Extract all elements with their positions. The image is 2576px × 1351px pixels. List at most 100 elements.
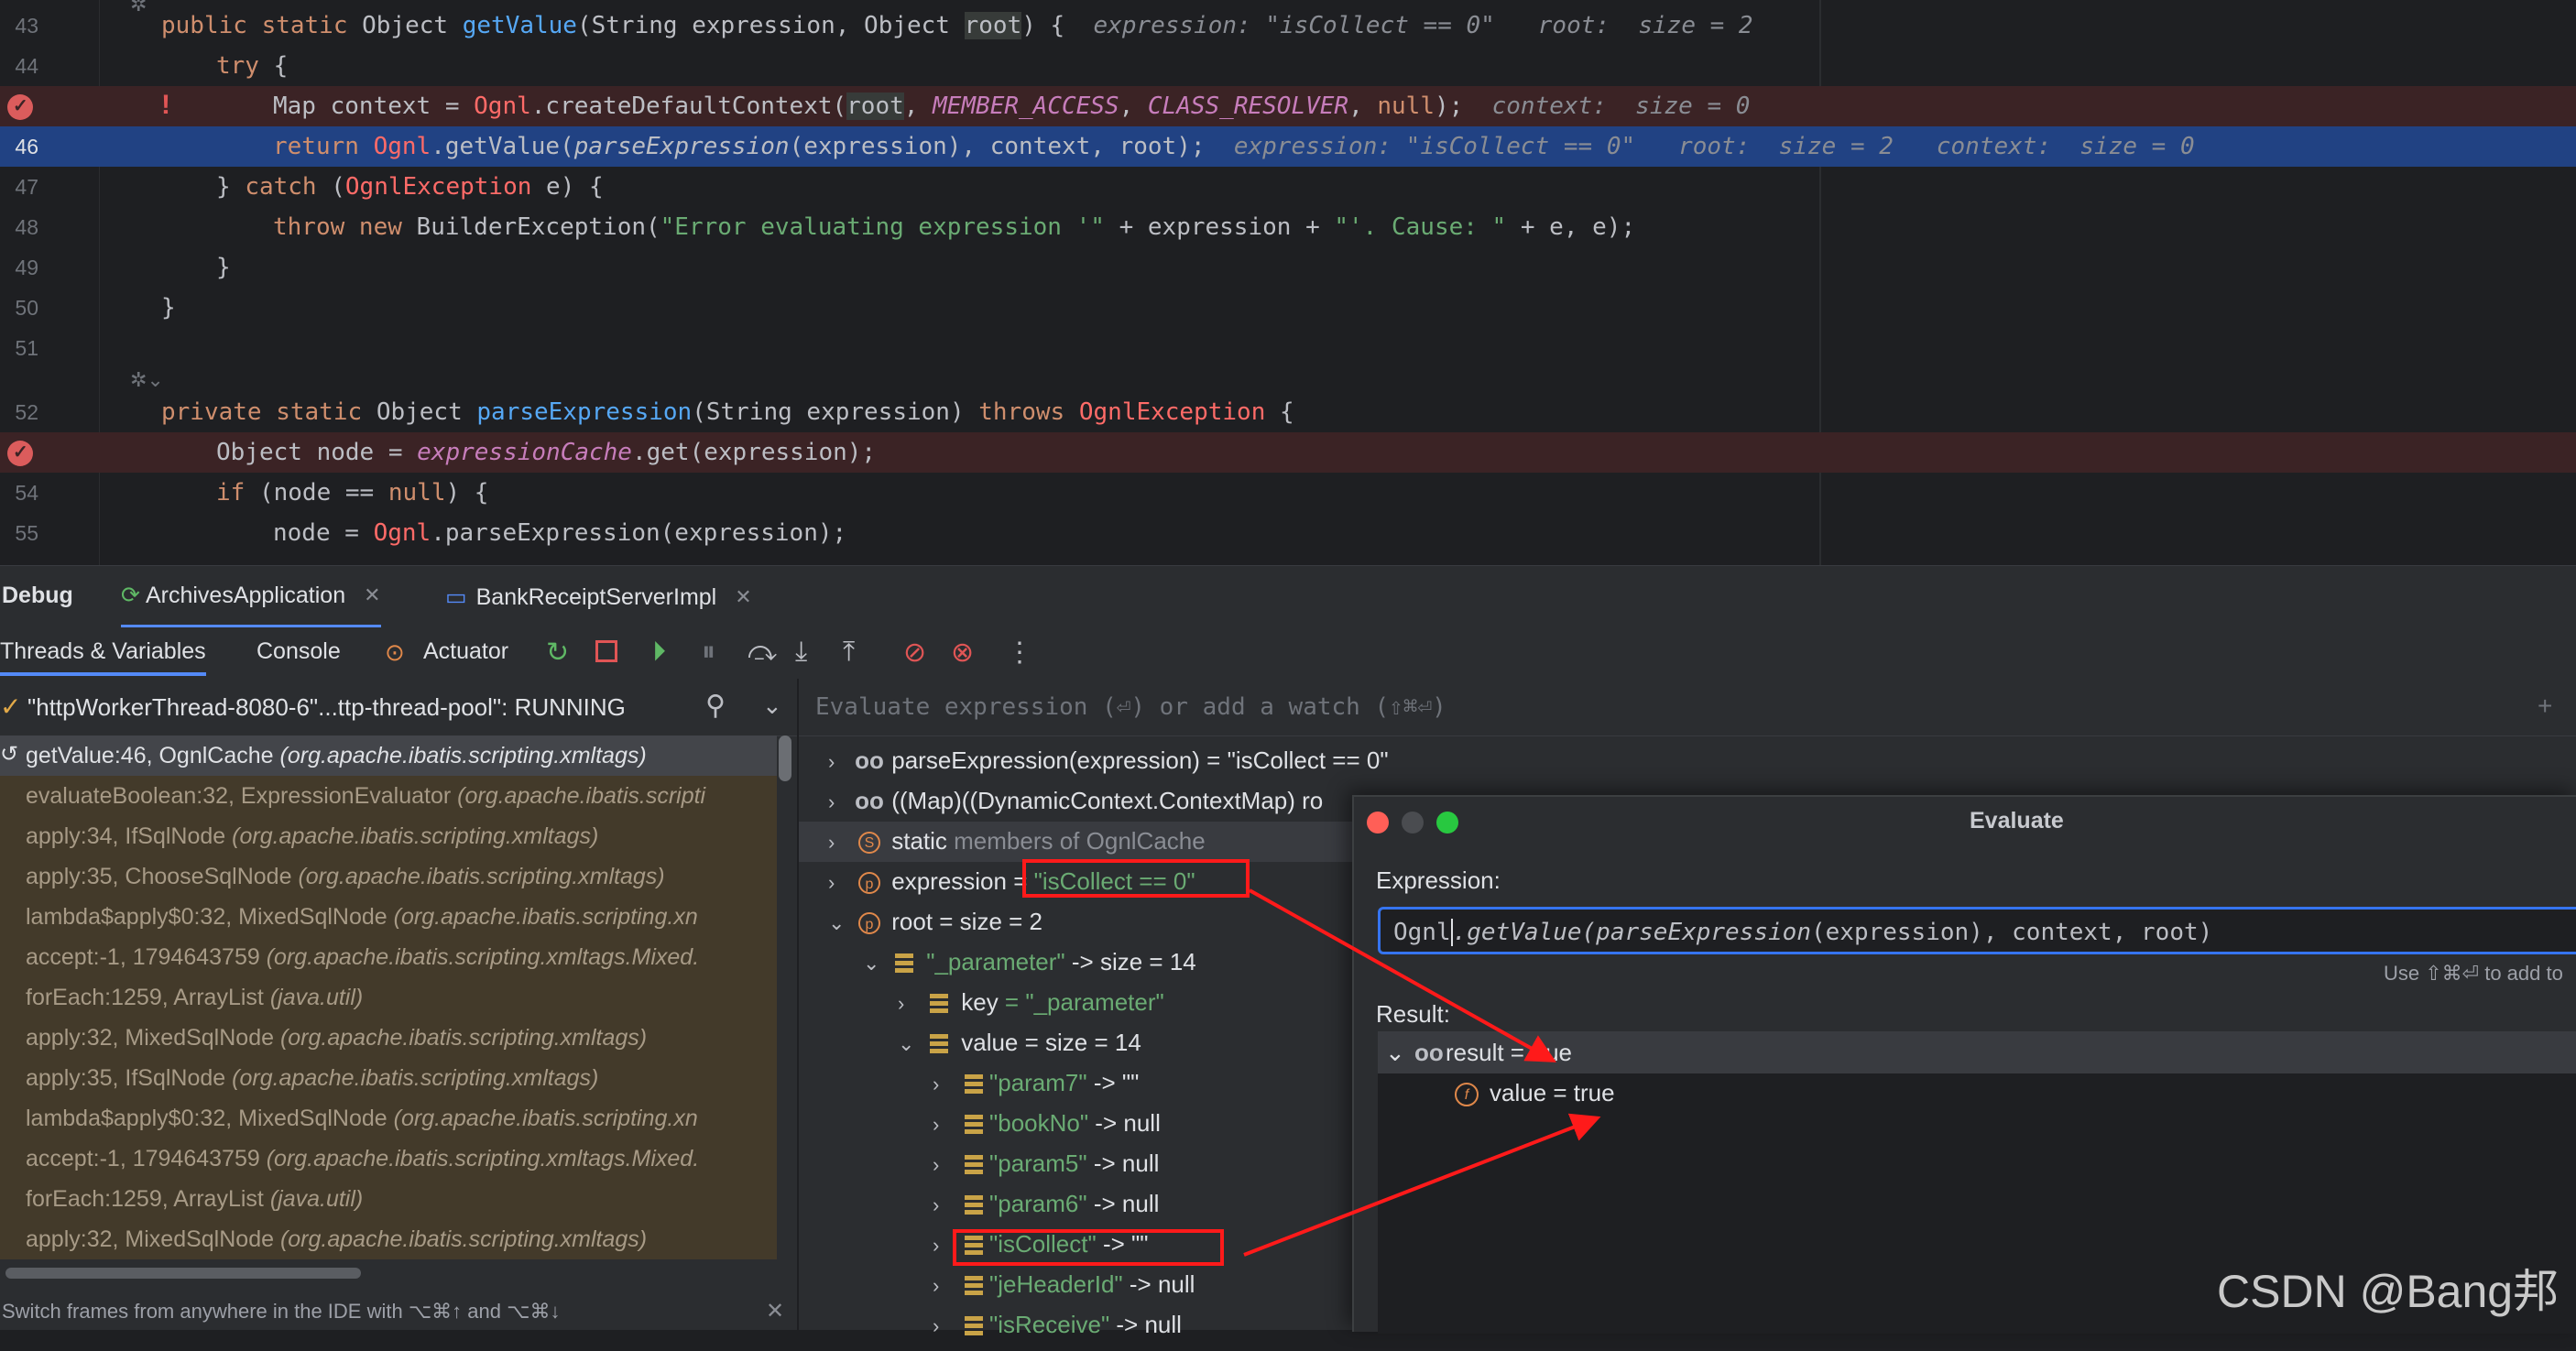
- stack-frame[interactable]: lambda$apply$0:32, MixedSqlNode (org.apa…: [0, 1098, 777, 1139]
- frame-method: accept:-1, 1794643759: [26, 1146, 267, 1171]
- result-row[interactable]: ⌄ oo result = true: [1378, 1031, 2576, 1073]
- map-entry-parameter[interactable]: ⌄ "_parameter" -> size = 14: [863, 948, 1196, 988]
- thread-selector[interactable]: ✓ "httpWorkerThread-8080-6"...ttp-thread…: [0, 679, 797, 736]
- chevron-right-icon[interactable]: ›: [933, 1274, 958, 1298]
- chevron-down-icon[interactable]: ⌄: [828, 911, 854, 935]
- result-label: Result:: [1376, 1000, 1450, 1028]
- close-icon[interactable]: ✕: [364, 583, 380, 607]
- field-icon-wrap: f: [1455, 1079, 1479, 1107]
- minimize-window-icon[interactable]: [1402, 812, 1424, 833]
- code-token: if: [216, 479, 259, 507]
- code-line[interactable]: 44 try {: [0, 46, 2576, 86]
- chevron-down-icon[interactable]: ⌄: [1385, 1039, 1405, 1067]
- tab-archives-application[interactable]: ⟳ ArchivesApplication ✕: [121, 566, 381, 628]
- code-line[interactable]: 51: [0, 328, 2576, 368]
- chevron-right-icon[interactable]: ›: [933, 1193, 958, 1217]
- frame-label: apply:34, IfSqlNode (org.apache.ibatis.s…: [26, 823, 598, 850]
- map-entry-row[interactable]: › "param7" -> "": [933, 1069, 1139, 1109]
- stack-frame[interactable]: apply:35, ChooseSqlNode (org.apache.ibat…: [0, 856, 777, 897]
- stack-frame[interactable]: forEach:1259, ArrayList (java.util): [0, 977, 777, 1018]
- stack-frame[interactable]: forEach:1259, ArrayList (java.util): [0, 1179, 777, 1219]
- map-entry-row[interactable]: › "param6" -> null: [933, 1190, 1159, 1230]
- chevron-right-icon[interactable]: ›: [828, 871, 854, 895]
- code-line[interactable]: 48 throw new BuilderException("Error eval…: [0, 207, 2576, 247]
- horizontal-scrollbar[interactable]: [5, 1268, 361, 1279]
- code-line[interactable]: 46 return Ognl.getValue(parseExpression(e…: [0, 126, 2576, 167]
- step-into-icon[interactable]: ⤓: [795, 637, 807, 668]
- stack-frame[interactable]: apply:34, IfSqlNode (org.apache.ibatis.s…: [0, 816, 777, 856]
- mute-breakpoints-icon[interactable]: ⊗: [951, 637, 974, 669]
- dialog-titlebar[interactable]: Evaluate: [1354, 797, 2576, 848]
- code-token: parseExpression: [573, 133, 790, 160]
- code-line[interactable]: Object node = expressionCache.get(expres…: [0, 432, 2576, 473]
- entry-key-row[interactable]: › key = "_parameter": [898, 988, 1164, 1029]
- warning-bulb-icon[interactable]: !: [161, 90, 170, 121]
- map-entry-row[interactable]: › "bookNo" -> null: [933, 1109, 1161, 1149]
- code-line[interactable]: 49}: [0, 247, 2576, 288]
- filter-icon[interactable]: ⚲: [705, 690, 726, 722]
- evaluate-expression-input[interactable]: Evaluate expression (⏎) or add a watch (…: [799, 679, 2576, 736]
- chevron-down-icon[interactable]: ⌄: [863, 952, 889, 975]
- line-number: 43: [15, 14, 38, 38]
- chevron-right-icon[interactable]: ›: [828, 831, 854, 855]
- code-line[interactable]: 43 public static Object getValue(String e…: [0, 5, 2576, 46]
- code-line[interactable]: 47} catch (OgnlException e) {: [0, 167, 2576, 207]
- stack-frame[interactable]: apply:35, IfSqlNode (org.apache.ibatis.s…: [0, 1058, 777, 1098]
- view-breakpoints-icon[interactable]: ⊘: [903, 637, 926, 669]
- code-line[interactable]: 52 private static Object parseExpression(…: [0, 392, 2576, 432]
- breakpoint-icon[interactable]: [7, 441, 33, 466]
- add-watch-icon[interactable]: +: [2538, 692, 2552, 721]
- chevron-right-icon[interactable]: ›: [933, 1073, 958, 1096]
- stack-frame[interactable]: ↺ getValue:46, OgnlCache (org.apache.ibat…: [0, 735, 777, 776]
- code-token: ,: [1119, 93, 1148, 120]
- code-line[interactable]: 54 if (node == null) {: [0, 473, 2576, 513]
- code-editor[interactable]: ✲ ✲⌄ 43 public static Object getValue(Str…: [0, 0, 2576, 565]
- stack-frame[interactable]: accept:-1, 1794643759 (org.apache.ibatis…: [0, 937, 777, 977]
- step-over-icon[interactable]: ⤼: [748, 637, 777, 668]
- variable-root[interactable]: ⌄ p root = size = 2: [828, 908, 1042, 948]
- tab-actuator[interactable]: Actuator: [423, 638, 508, 665]
- thread-check-icon: ✓: [0, 692, 22, 721]
- map-entry-row[interactable]: › "jeHeaderId" -> null: [933, 1270, 1195, 1311]
- tab-bank-receipt-server-impl[interactable]: ▭ BankReceiptServerImpl ✕: [445, 566, 752, 628]
- pause-icon[interactable]: ⏸: [702, 637, 715, 668]
- watch-row[interactable]: › oo ((Map)((DynamicContext.ContextMap) r…: [828, 787, 1323, 827]
- close-icon[interactable]: ✕: [766, 1298, 784, 1324]
- chevron-right-icon[interactable]: ›: [933, 1113, 958, 1137]
- chevron-right-icon[interactable]: ›: [933, 1153, 958, 1177]
- resume-icon[interactable]: ⏵: [652, 637, 666, 668]
- entry-value-row[interactable]: ⌄ value = size = 14: [898, 1029, 1141, 1069]
- stop-icon[interactable]: [595, 640, 617, 662]
- close-icon[interactable]: ✕: [735, 585, 751, 609]
- value-row[interactable]: value = true: [1490, 1079, 1615, 1107]
- code-line[interactable]: ! Map context = Ognl.createDefaultContext…: [0, 86, 2576, 126]
- chevron-right-icon[interactable]: ›: [933, 1314, 958, 1338]
- code-line[interactable]: 50}: [0, 288, 2576, 328]
- tab-threads-variables[interactable]: Threads & Variables: [0, 638, 206, 676]
- stack-frame[interactable]: apply:32, MixedSqlNode (org.apache.ibati…: [0, 1018, 777, 1058]
- watch-row[interactable]: › oo parseExpression(expression) = "isCol…: [828, 746, 1389, 787]
- code-token: + e, e);: [1506, 213, 1636, 241]
- chevron-right-icon[interactable]: ›: [828, 790, 854, 814]
- zoom-window-icon[interactable]: [1436, 812, 1458, 833]
- chevron-down-icon[interactable]: ⌄: [898, 1032, 923, 1056]
- stack-frame[interactable]: apply:32, MixedSqlNode (org.apache.ibati…: [0, 1219, 777, 1259]
- chevron-down-icon[interactable]: ⌄: [762, 692, 782, 720]
- step-out-icon[interactable]: ⤒: [843, 637, 855, 668]
- code-line[interactable]: 55 node = Ognl.parseExpression(expression…: [0, 513, 2576, 553]
- vertical-scrollbar[interactable]: [779, 735, 791, 781]
- rerun-icon[interactable]: ↻: [546, 637, 569, 669]
- map-entry-row[interactable]: › "isReceive" -> null: [933, 1311, 1182, 1351]
- expression-input[interactable]: Ognl.getValue(parseExpression(expression…: [1378, 907, 2576, 954]
- more-options-icon[interactable]: ⋮: [1006, 637, 1033, 669]
- tab-console[interactable]: Console: [257, 638, 341, 665]
- stack-frame[interactable]: accept:-1, 1794643759 (org.apache.ibatis…: [0, 1139, 777, 1179]
- chevron-right-icon[interactable]: ›: [898, 992, 923, 1016]
- stack-frame[interactable]: evaluateBoolean:32, ExpressionEvaluator …: [0, 776, 777, 816]
- stack-frame[interactable]: lambda$apply$0:32, MixedSqlNode (org.apa…: [0, 897, 777, 937]
- chevron-right-icon[interactable]: ›: [828, 750, 854, 774]
- breakpoint-icon[interactable]: [7, 94, 33, 120]
- map-entry-row[interactable]: › "param5" -> null: [933, 1149, 1159, 1190]
- map-entry-icon: [895, 953, 913, 975]
- close-window-icon[interactable]: [1367, 812, 1389, 833]
